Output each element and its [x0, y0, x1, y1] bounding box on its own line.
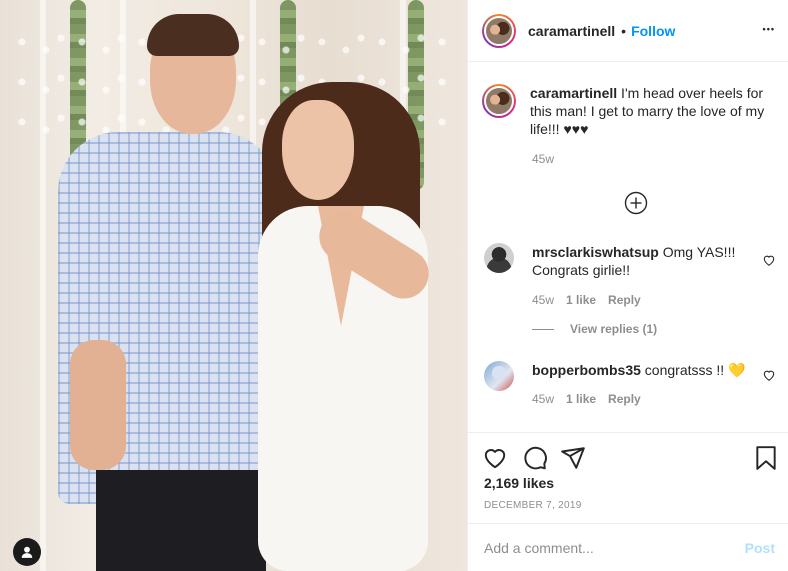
- comment-username[interactable]: mrsclarkiswhatsup: [532, 244, 659, 260]
- header-separator: •: [621, 22, 627, 39]
- post-comment-button[interactable]: Post: [745, 540, 775, 556]
- comment-meta: 45w 1 like Reply: [532, 392, 641, 406]
- reply-button[interactable]: Reply: [608, 293, 641, 307]
- caption-text: caramartinell I'm head over heels for th…: [530, 84, 778, 138]
- commenter-avatar[interactable]: [484, 243, 514, 273]
- author-avatar[interactable]: [482, 13, 516, 48]
- post-sidebar: caramartinell • Follow ••• caramartinell…: [467, 0, 788, 571]
- share-icon[interactable]: [560, 445, 586, 471]
- comment-body: congratsss !! 💛: [640, 362, 746, 378]
- comment-item: mrsclarkiswhatsup Omg YAS!!! Congrats gi…: [484, 243, 784, 279]
- comment-like-heart-icon[interactable]: [762, 253, 776, 267]
- more-icon[interactable]: •••: [763, 24, 775, 34]
- follow-button[interactable]: Follow: [631, 23, 675, 39]
- author-username[interactable]: caramartinell: [528, 23, 615, 39]
- caption-timestamp[interactable]: 45w: [532, 152, 554, 166]
- comment-meta: 45w 1 like Reply: [532, 293, 641, 307]
- comment-timestamp[interactable]: 45w: [532, 293, 554, 307]
- comment-username[interactable]: bopperbombs35: [532, 362, 641, 378]
- woman-face: [282, 100, 354, 200]
- comment-like-count[interactable]: 1 like: [566, 392, 596, 406]
- comment-like-count[interactable]: 1 like: [566, 293, 596, 307]
- like-count[interactable]: 2,169 likes: [484, 475, 554, 491]
- comment-item: bopperbombs35 congratsss !! 💛: [484, 361, 784, 391]
- man-pants: [96, 470, 266, 571]
- view-replies-line: [532, 328, 554, 330]
- comment-like-heart-icon[interactable]: [762, 368, 776, 382]
- bookmark-icon[interactable]: [753, 445, 779, 471]
- post-header: caramartinell • Follow •••: [468, 0, 788, 62]
- commenter-avatar[interactable]: [484, 361, 514, 391]
- caption-username[interactable]: caramartinell: [530, 85, 617, 101]
- add-comment-bar: Post: [468, 523, 788, 571]
- user-tag-glyph: [21, 546, 33, 558]
- comment-timestamp[interactable]: 45w: [532, 392, 554, 406]
- man-arm: [70, 340, 126, 470]
- caption-avatar[interactable]: [482, 84, 516, 118]
- post-date[interactable]: DECEMBER 7, 2019: [484, 500, 582, 511]
- heart-icon[interactable]: [482, 445, 508, 471]
- comment-input[interactable]: [484, 539, 745, 556]
- comment-text: bopperbombs35 congratsss !! 💛: [532, 361, 754, 391]
- post-photo[interactable]: [0, 0, 467, 571]
- man-hair: [147, 14, 239, 56]
- reply-button[interactable]: Reply: [608, 392, 641, 406]
- view-replies-button[interactable]: View replies (1): [532, 322, 657, 336]
- comment-icon[interactable]: [522, 445, 548, 471]
- caption: caramartinell I'm head over heels for th…: [482, 84, 782, 138]
- plus-circle-icon[interactable]: [624, 191, 648, 215]
- user-tag-icon[interactable]: [13, 538, 41, 566]
- view-replies-label: View replies (1): [570, 322, 658, 336]
- comment-text: mrsclarkiswhatsup Omg YAS!!! Congrats gi…: [532, 243, 754, 279]
